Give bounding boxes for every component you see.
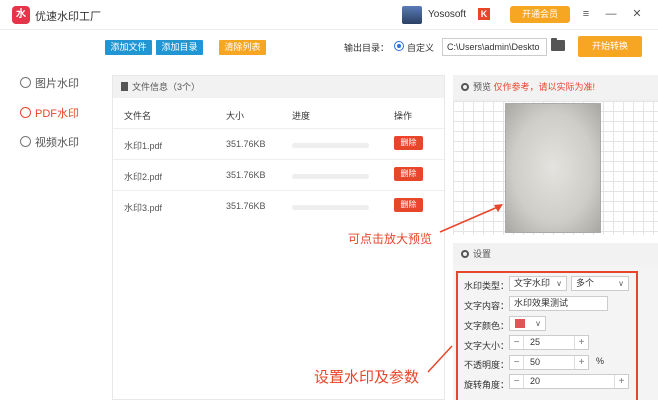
watermark-type-select[interactable]: 文字水印 ∨: [509, 276, 567, 291]
app-logo-icon: 水: [12, 6, 30, 24]
menu-icon[interactable]: ≡: [578, 6, 594, 22]
custom-radio[interactable]: [394, 41, 404, 51]
image-watermark-icon: [20, 77, 31, 88]
sidebar-item-label: 图片水印: [35, 78, 79, 90]
column-header: 进度: [292, 111, 311, 121]
text-size-stepper[interactable]: − 25 +: [509, 335, 589, 350]
preview-panel: 预览 仅作参考，请以实际为准!: [453, 75, 658, 235]
opacity-label: 不透明度：: [464, 360, 510, 370]
gear-icon: [461, 83, 469, 91]
multi-select[interactable]: 多个 ∨: [571, 276, 629, 291]
color-swatch: [515, 319, 525, 328]
title-bar: 水 优速水印工厂 Yososoft K 开通会员 ≡ — ✕: [0, 0, 658, 30]
file-name: 水印2.pdf: [124, 172, 163, 182]
table-row[interactable]: 水印1.pdf 351.76KB 删除: [113, 128, 444, 158]
gear-icon: [461, 250, 469, 258]
text-color-label: 文字颜色：: [464, 321, 510, 331]
document-icon: [121, 82, 128, 91]
decrement-button[interactable]: −: [510, 356, 524, 369]
delete-button[interactable]: 删除: [394, 167, 423, 181]
delete-button[interactable]: 删除: [394, 198, 423, 212]
app-title: 优速水印工厂: [35, 11, 101, 23]
progress-bar: [292, 205, 369, 210]
text-content-label: 文字内容：: [464, 301, 510, 311]
set-params-annotation: 设置水印及参数: [314, 369, 420, 386]
rotation-stepper[interactable]: − 20 +: [509, 374, 629, 389]
opacity-unit: %: [596, 356, 605, 366]
sidebar: 图片水印 PDF水印 视频水印: [0, 31, 100, 400]
multi-value: 多个: [576, 278, 595, 288]
sidebar-item-image-watermark[interactable]: 图片水印: [20, 74, 79, 94]
delete-button[interactable]: 删除: [394, 136, 423, 150]
avatar[interactable]: [402, 6, 422, 24]
folder-icon[interactable]: [551, 38, 565, 51]
sidebar-item-label: 视频水印: [35, 137, 79, 149]
file-size: 351.76KB: [226, 170, 266, 180]
chevron-down-icon: ∨: [618, 279, 624, 288]
file-size: 351.76KB: [226, 139, 266, 149]
column-header: 大小: [226, 111, 245, 121]
decrement-button[interactable]: −: [510, 336, 524, 349]
file-name: 水印1.pdf: [124, 141, 163, 151]
close-icon[interactable]: ✕: [629, 6, 645, 22]
custom-radio-label[interactable]: 自定义: [407, 41, 434, 54]
watermark-type-label: 水印类型：: [464, 281, 510, 291]
increment-button[interactable]: +: [614, 375, 628, 388]
sidebar-item-label: PDF水印: [35, 108, 79, 120]
output-dir-label: 输出目录：: [344, 43, 390, 53]
increment-button[interactable]: +: [574, 356, 588, 369]
add-folder-button[interactable]: 添加目录: [156, 40, 203, 55]
column-header: 操作: [394, 111, 413, 121]
text-content-input[interactable]: 水印效果测试: [509, 296, 608, 311]
preview-title: 预览: [473, 82, 492, 92]
start-convert-button[interactable]: 开始转换: [578, 36, 642, 57]
pdf-watermark-icon: [20, 107, 31, 118]
chevron-down-icon: ∨: [535, 319, 541, 328]
sidebar-item-pdf-watermark[interactable]: PDF水印: [20, 104, 79, 124]
progress-bar: [292, 143, 369, 148]
file-size: 351.76KB: [226, 201, 266, 211]
file-list-header: 文件信息（3个）: [113, 76, 444, 98]
text-size-value[interactable]: 25: [530, 337, 540, 347]
text-size-label: 文字大小：: [464, 341, 510, 351]
rotation-value[interactable]: 20: [530, 376, 540, 386]
preview-page-thumbnail[interactable]: [505, 103, 601, 233]
preview-header: 预览 仅作参考，请以实际为准!: [453, 75, 658, 99]
video-watermark-icon: [20, 136, 31, 147]
opacity-stepper[interactable]: − 50 +: [509, 355, 589, 370]
watermark-type-value: 文字水印: [514, 278, 551, 288]
sidebar-item-video-watermark[interactable]: 视频水印: [20, 133, 79, 153]
user-badge-icon: K: [478, 8, 490, 20]
file-count-label: 文件信息（3个）: [132, 82, 201, 92]
decrement-button[interactable]: −: [510, 375, 524, 388]
chevron-down-icon: ∨: [556, 279, 562, 288]
add-file-button[interactable]: 添加文件: [105, 40, 152, 55]
preview-note: 仅作参考，请以实际为准!: [493, 82, 596, 92]
settings-title: 设置: [473, 249, 492, 259]
click-preview-annotation: 可点击放大预览: [348, 232, 433, 246]
column-header: 文件名: [124, 111, 152, 121]
opacity-value[interactable]: 50: [530, 357, 540, 367]
output-path-input[interactable]: C:\Users\admin\Deskto: [442, 38, 547, 56]
minimize-icon[interactable]: —: [603, 6, 619, 22]
table-row[interactable]: 水印2.pdf 351.76KB 删除: [113, 159, 444, 189]
rotation-label: 旋转角度：: [464, 380, 510, 390]
table-row[interactable]: 水印3.pdf 351.76KB 删除: [113, 190, 444, 220]
file-name: 水印3.pdf: [124, 203, 163, 213]
vip-button[interactable]: 开通会员: [510, 6, 570, 23]
username[interactable]: Yososoft: [428, 9, 466, 20]
clear-list-button[interactable]: 清除列表: [219, 40, 266, 55]
settings-header: 设置: [453, 243, 658, 265]
progress-bar: [292, 174, 369, 179]
increment-button[interactable]: +: [574, 336, 588, 349]
